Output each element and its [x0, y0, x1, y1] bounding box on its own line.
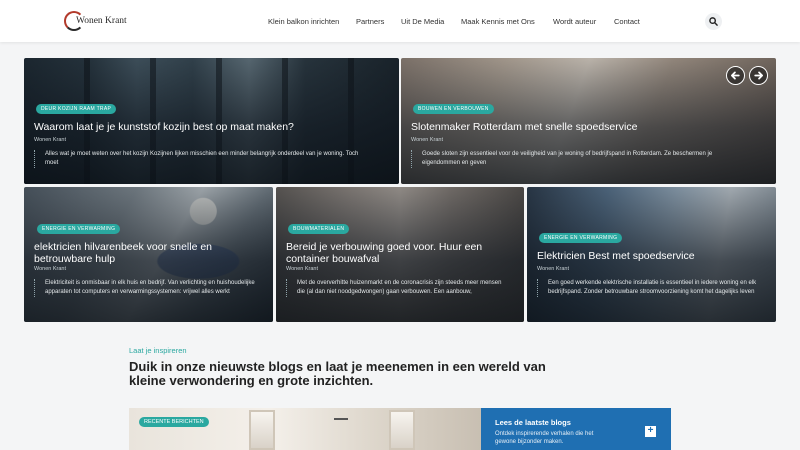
post-title[interactable]: Waarom laat je je kunststof kozijn best …	[34, 121, 384, 133]
post-title[interactable]: elektricien hilvarenbeek voor snelle en …	[34, 241, 264, 265]
post-author: Wonen Krant	[34, 137, 67, 143]
nav-item-partners[interactable]: Partners	[356, 17, 384, 26]
slider-next-button[interactable]	[749, 66, 768, 85]
post-title[interactable]: Elektricien Best met spoedservice	[537, 250, 767, 262]
post-excerpt: Elektriciteit is onmisbaar in elk huis e…	[34, 279, 256, 297]
featured-post-card[interactable]: Bouwen en Verbouwen Slotenmaker Rotterda…	[401, 58, 776, 184]
post-excerpt: Alles wat je moet weten over het kozijn …	[34, 150, 364, 168]
post-excerpt: Een goed werkende elektrische installati…	[537, 279, 759, 297]
arrow-right-icon	[754, 71, 764, 80]
nav-item-klein-balkon[interactable]: Klein balkon inrichten	[268, 17, 339, 26]
category-badge[interactable]: Energie en Verwarming	[37, 224, 121, 234]
plus-icon[interactable]: +	[645, 426, 656, 437]
category-badge[interactable]: Deur Kozijn Raam Trap	[36, 104, 117, 114]
post-author: Wonen Krant	[34, 266, 67, 272]
category-badge[interactable]: Bouwen en Verbouwen	[413, 104, 494, 114]
slider-prev-button[interactable]	[726, 66, 745, 85]
post-title[interactable]: Slotenmaker Rotterdam met snelle spoedse…	[411, 121, 761, 133]
category-badge[interactable]: Bouwmaterialen	[288, 224, 350, 234]
post-title[interactable]: Bereid je verbouwing goed voor. Huur een…	[286, 241, 514, 265]
recent-posts-badge[interactable]: Recente berichten	[139, 417, 209, 427]
logo-text: Wonen Krant	[76, 16, 127, 26]
post-excerpt: Met de oververhitte huizenmarkt en de co…	[286, 279, 508, 297]
post-author: Wonen Krant	[411, 137, 444, 143]
panel-title: Lees de laatste blogs	[495, 418, 571, 427]
panel-text: Ontdek inspirerende verhalen die het gew…	[495, 431, 594, 445]
section-eyebrow: Laat je inspireren	[129, 346, 187, 355]
search-button[interactable]	[705, 13, 722, 30]
post-author: Wonen Krant	[537, 266, 570, 272]
latest-blogs-panel[interactable]: Lees de laatste blogs Ontdek inspirerend…	[481, 408, 671, 450]
post-author: Wonen Krant	[286, 266, 319, 272]
recent-posts-image[interactable]	[129, 408, 481, 450]
nav-item-wordt-auteur[interactable]: Wordt auteur	[553, 17, 596, 26]
section-headline: Duik in onze nieuwste blogs en laat je m…	[129, 359, 546, 388]
featured-post-card[interactable]: Deur Kozijn Raam Trap Waarom laat je je …	[24, 58, 399, 184]
search-icon	[709, 17, 718, 26]
chandelier-icon	[334, 410, 348, 420]
nav-item-uit-de-media[interactable]: Uit De Media	[401, 17, 444, 26]
post-card[interactable]: Energie en Verwarming Elektricien Best m…	[527, 187, 776, 322]
site-header: Wonen Krant Klein balkon inrichten Partn…	[0, 0, 800, 42]
category-badge[interactable]: Energie en Verwarming	[539, 233, 623, 243]
site-logo[interactable]: Wonen Krant	[64, 11, 127, 33]
post-card[interactable]: Energie en Verwarming elektricien hilvar…	[24, 187, 273, 322]
arrow-left-icon	[730, 71, 740, 80]
post-card[interactable]: Bouwmaterialen Bereid je verbouwing goed…	[276, 187, 524, 322]
nav-item-contact[interactable]: Contact	[614, 17, 640, 26]
nav-item-maak-kennis[interactable]: Maak Kennis met Ons	[461, 17, 535, 26]
post-excerpt: Goede sloten zijn essentieel voor de vei…	[411, 150, 741, 168]
